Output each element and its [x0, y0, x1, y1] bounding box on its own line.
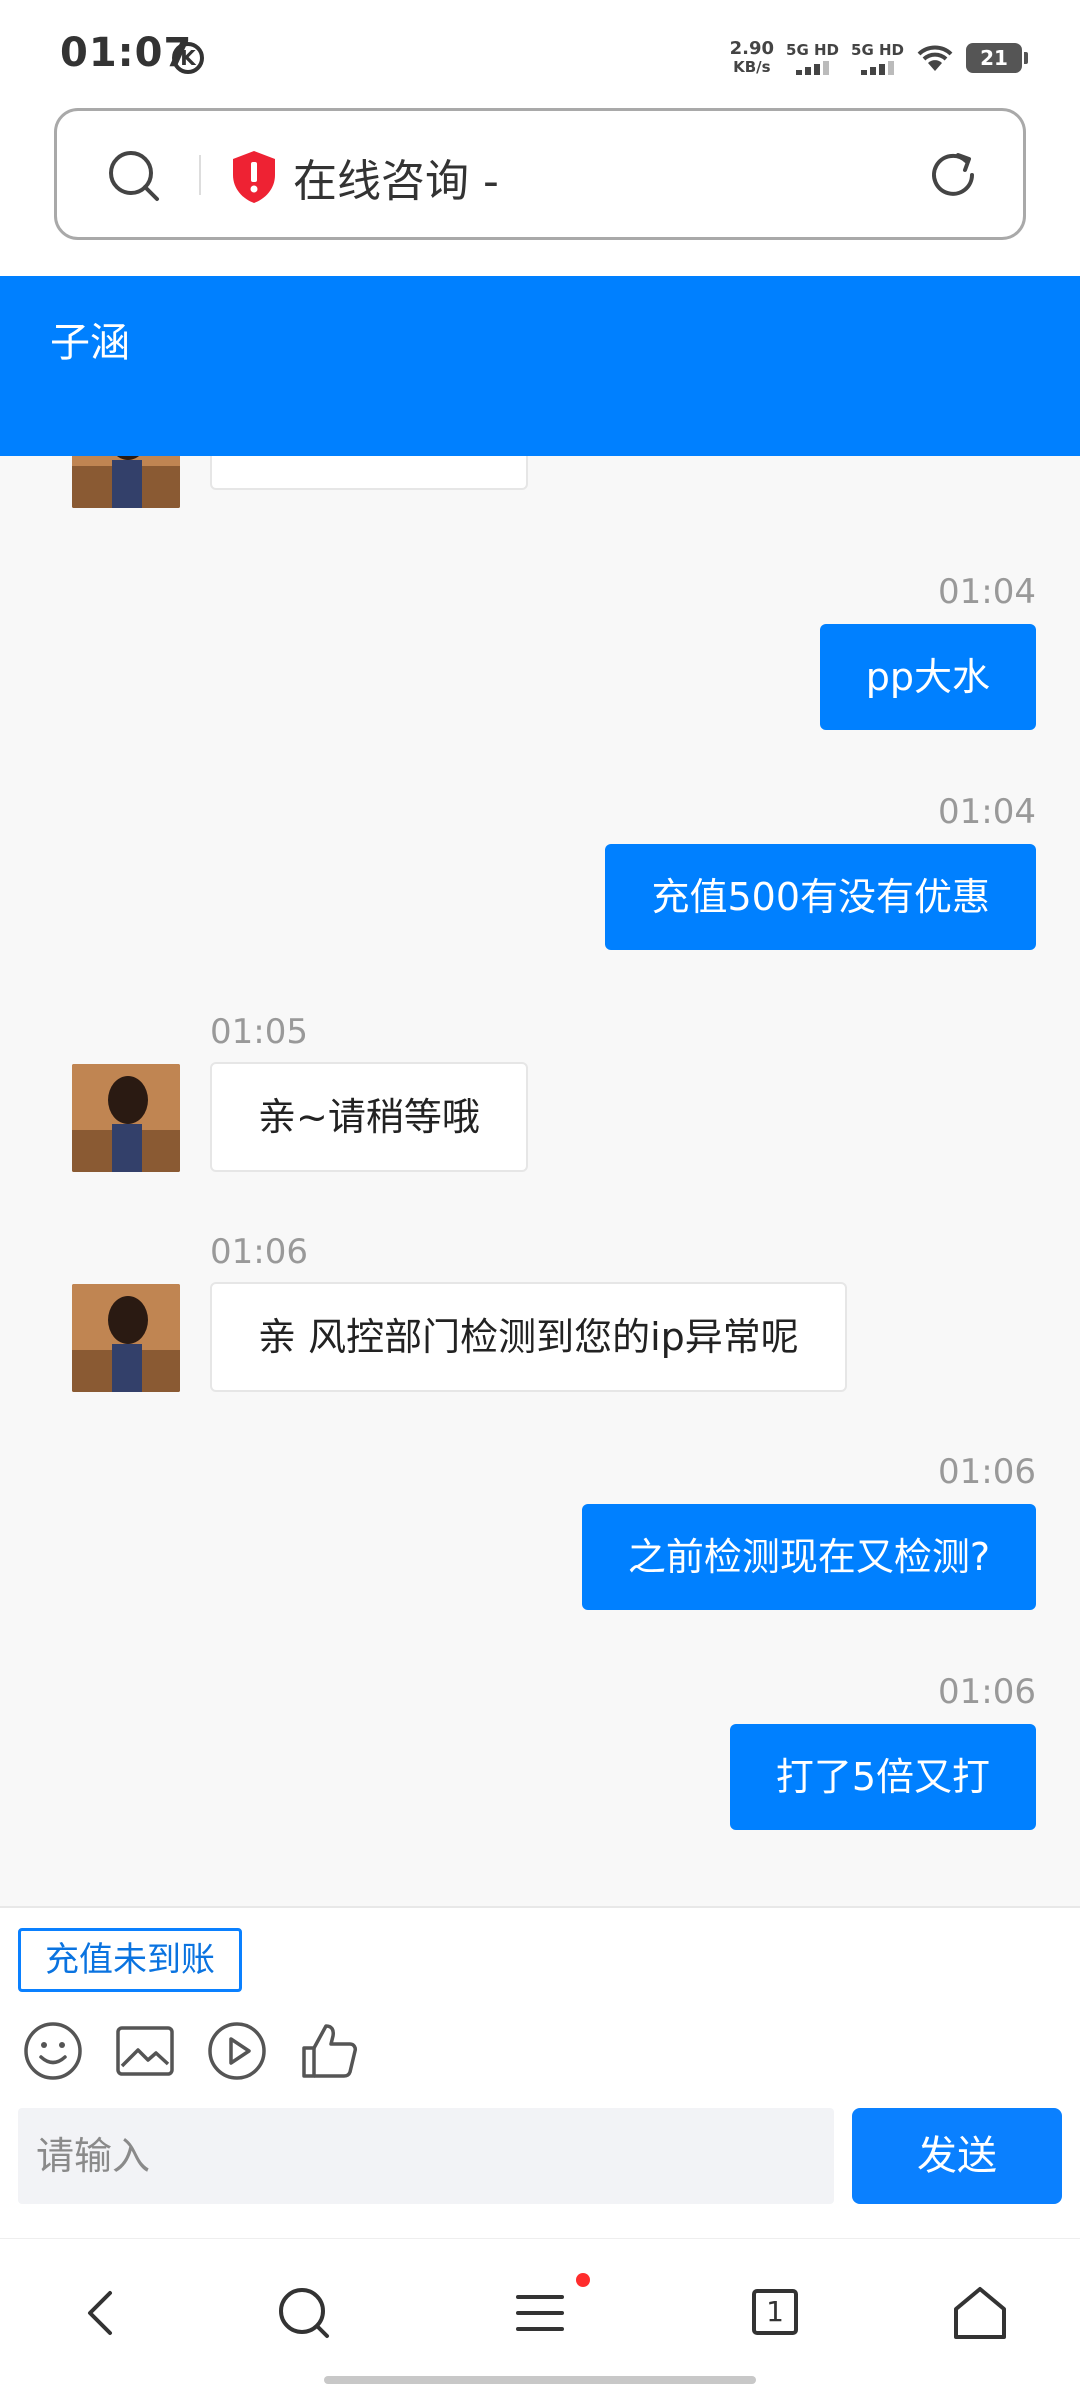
image-icon[interactable]: [114, 2020, 176, 2082]
browser-navbar: 1: [0, 2238, 1080, 2388]
battery-icon: 21: [966, 43, 1028, 73]
agent-name: 子涵: [50, 320, 130, 366]
address-bar[interactable]: 在线咨询 -: [54, 108, 1026, 240]
page-title: 在线咨询 -: [293, 156, 499, 207]
sim1-label: 5G HD: [786, 40, 840, 59]
message-time: 01:05: [210, 1012, 308, 1052]
k-badge-icon: K: [172, 42, 204, 74]
home-icon[interactable]: [950, 2283, 1010, 2343]
message-bubble: 打了5倍又打: [729, 1724, 1036, 1830]
message-time: 01:04: [938, 572, 1036, 612]
reload-icon[interactable]: [925, 147, 981, 203]
menu-icon[interactable]: [510, 2283, 570, 2343]
back-icon[interactable]: [72, 2283, 132, 2343]
sim2-signal-icon: 5G HD: [851, 42, 904, 75]
message-bubble: pp大水: [819, 624, 1036, 730]
search-icon[interactable]: [107, 149, 163, 205]
message-input[interactable]: [18, 2108, 834, 2204]
quick-reply-button[interactable]: 充值未到账: [18, 1928, 242, 1992]
notification-dot: [576, 2273, 590, 2287]
chat-header: 子涵: [0, 276, 1080, 456]
message-bubble: 亲~请稍等哦: [210, 1062, 528, 1172]
message-time: 01:04: [938, 792, 1036, 832]
video-icon[interactable]: [206, 2020, 268, 2082]
network-speed: 2.90 KB/s: [729, 38, 775, 77]
tool-row: [22, 2020, 360, 2096]
thumbs-up-icon[interactable]: [298, 2020, 360, 2082]
agent-avatar: [72, 456, 180, 508]
message-time: 01:06: [938, 1452, 1036, 1492]
agent-avatar: [72, 1064, 180, 1172]
status-indicators: 2.90 KB/s 5G HD 5G HD 21: [729, 36, 1028, 80]
network-speed-value: 2.90: [729, 38, 775, 59]
sim2-label: 5G HD: [851, 40, 904, 59]
message-input-container: [18, 2108, 834, 2204]
sim1-signal-icon: 5G HD: [786, 42, 839, 75]
address-divider: [199, 155, 201, 195]
message-time: 01:06: [938, 1672, 1036, 1712]
emoji-icon[interactable]: [22, 2020, 84, 2082]
search-icon[interactable]: [274, 2283, 334, 2343]
message-time: 01:06: [210, 1232, 308, 1272]
home-indicator[interactable]: [324, 2376, 756, 2384]
send-button[interactable]: 发送: [852, 2108, 1062, 2204]
agent-avatar: [72, 1284, 180, 1392]
security-warning-shield-icon[interactable]: [229, 149, 279, 205]
network-speed-unit: KB/s: [733, 58, 771, 76]
wifi-icon: [917, 45, 953, 71]
status-bar: 01:07 K 2.90 KB/s 5G HD 5G HD 21: [0, 0, 1080, 110]
tab-count: 1: [752, 2289, 798, 2335]
message-bubble: 之前检测现在又检测?: [581, 1504, 1036, 1610]
tabs-icon[interactable]: 1: [746, 2283, 806, 2343]
message-bubble: 充值500有没有优惠: [605, 844, 1036, 950]
message-bubble: 亲 风控部门检测到您的ip异常呢: [210, 1282, 847, 1392]
message-bubble: 亲~请稍等哦: [210, 456, 528, 490]
input-panel: 充值未到账 发送: [0, 1906, 1080, 2236]
message-list[interactable]: 亲~请稍等哦 01:04 pp大水 01:04 充值500有没有优惠 01:05…: [0, 456, 1080, 1906]
